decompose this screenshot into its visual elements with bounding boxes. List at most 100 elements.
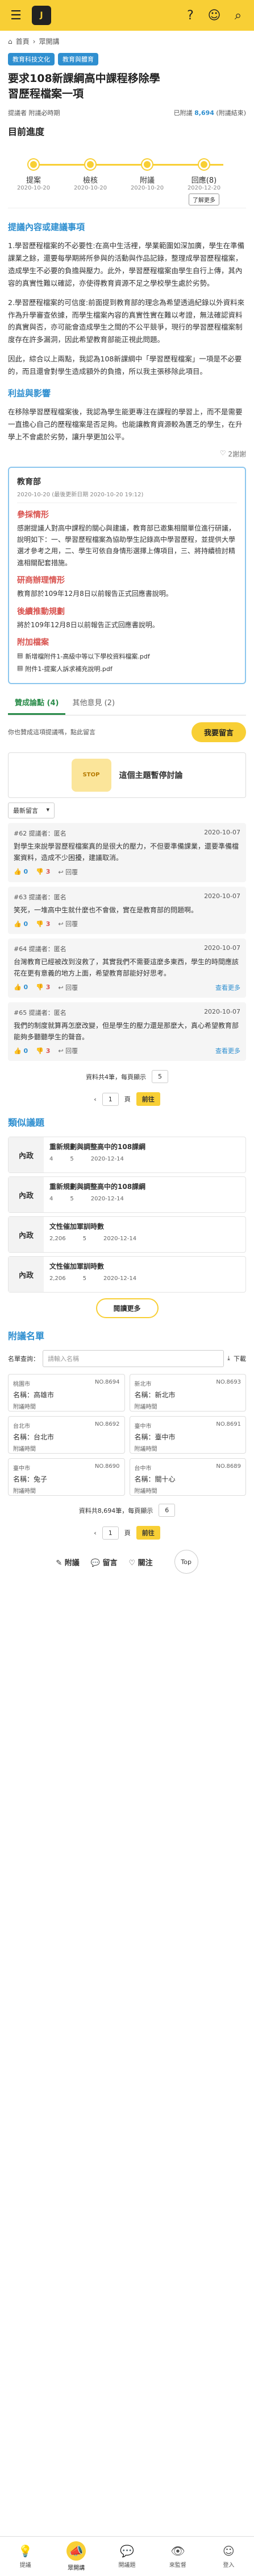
tag-item[interactable]: 教育科技文化 xyxy=(8,53,55,65)
similar-issue-card[interactable]: 內政 重新規劃與調整高中的108課綱 4 5 2020-12-14 xyxy=(8,1137,246,1174)
issue-count-b: 5 xyxy=(70,1196,74,1203)
go-button[interactable]: 前往 xyxy=(136,1092,160,1106)
signer-info: 附議時間 xyxy=(13,1446,36,1453)
page-input[interactable]: 1 xyxy=(102,1092,119,1106)
back-to-top-button[interactable]: Top xyxy=(174,1550,198,1574)
search-icon[interactable]: ⌕ xyxy=(230,7,246,23)
thumbs-down-button[interactable]: 👎 3 xyxy=(36,868,50,875)
issue-category: 內政 xyxy=(9,1177,44,1213)
issue-name: 重新規劃與調整高中的108課綱 xyxy=(49,1143,146,1151)
breadcrumb-home[interactable]: 首頁 xyxy=(16,36,30,46)
help-icon[interactable]: ? xyxy=(182,7,198,23)
response-subheading: 後續推動規劃 xyxy=(17,607,65,616)
download-label[interactable]: 下載 xyxy=(234,1354,246,1363)
body-paragraph: 1.學習歷程檔案的不必要性:在高中生活裡，學業範圍如深加廣，學生在準備課業之餘，… xyxy=(8,241,245,287)
leave-comment-button[interactable]: 我要留言 xyxy=(191,722,246,742)
thumbs-down-button[interactable]: 👎 3 xyxy=(36,1047,50,1055)
attachment-name: 附件1-提案人訴求補充說明.pdf xyxy=(25,665,113,673)
sort-select[interactable]: 最新留言 ▾ xyxy=(8,802,55,818)
signer-info: 附議時間 xyxy=(13,1404,36,1411)
learn-more-button[interactable]: 了解更多 xyxy=(189,194,219,206)
response-date: 2020-10-20 (最後更新日期 2020-10-20 19:12) xyxy=(17,487,237,503)
tabbar-item-discuss[interactable]: 📣 眾開講 xyxy=(51,2537,101,2576)
tabbar-label: 眾開講 xyxy=(68,2565,85,2571)
tab-other[interactable]: 其他意見 (2) xyxy=(65,691,122,715)
issue-name: 文性催加軍訓時數 xyxy=(49,1262,105,1271)
prev-page-button[interactable]: ‹ xyxy=(94,1529,96,1537)
attachment-link[interactable]: ▤ 附件1-提案人訴求補充說明.pdf xyxy=(17,662,237,675)
proposer: 提議者 附議必時期 xyxy=(8,109,60,117)
reply-button[interactable]: ↩ 回覆 xyxy=(58,983,78,992)
read-more-button[interactable]: 閱讀更多 xyxy=(95,1298,159,1319)
thumbs-up-button[interactable]: 👍 0 xyxy=(14,984,28,991)
attachment-name: 新增檔附件1-高級中等以下學校資料檔案.pdf xyxy=(25,652,150,660)
signer-name: 名稱：臺中市 xyxy=(134,1433,176,1442)
go-button[interactable]: 前往 xyxy=(136,1526,160,1540)
sign-button[interactable]: ✎ 附議 xyxy=(56,1557,79,1567)
tabbar-item-topics[interactable]: 💬 開議題 xyxy=(102,2537,152,2576)
per-page-select[interactable]: 6 xyxy=(159,1504,176,1517)
stop-text: 這個主題暫停討論 xyxy=(119,771,183,780)
similar-issue-card[interactable]: 內政 重新規劃與調整高中的108課綱 4 5 2020-12-14 xyxy=(8,1176,246,1213)
signer-no: NO.8692 xyxy=(94,1421,120,1428)
issue-count-a: 2,206 xyxy=(49,1236,66,1242)
follow-button[interactable]: ♡ 關注 xyxy=(128,1557,152,1567)
sign-count-row: 已附議 8,694 (附議結束) xyxy=(174,108,246,117)
page-input[interactable]: 1 xyxy=(102,1526,119,1540)
signer-no: NO.8694 xyxy=(94,1379,120,1386)
tag-item[interactable]: 教育與體育 xyxy=(58,53,98,65)
signer-card: 台北市 NO.8692 名稱：台北市 附議時間 xyxy=(8,1416,125,1454)
breadcrumb-current[interactable]: 眾開講 xyxy=(39,36,59,46)
step-date: 2020-10-20 xyxy=(73,185,107,192)
attachment-link[interactable]: ▤ 新增檔附件1-高級中等以下學校資料檔案.pdf xyxy=(17,650,237,662)
page-total: 頁 xyxy=(124,1096,131,1104)
progress-tracker: 提案 2020-10-20 檢核 2020-10-20 附議 2020-10-2… xyxy=(8,146,246,209)
see-more-link[interactable]: 查看更多 xyxy=(215,1046,240,1055)
hamburger-icon[interactable]: ☰ xyxy=(8,7,24,23)
user-icon[interactable]: ☺ xyxy=(206,7,222,23)
signer-name: 名稱：關十心 xyxy=(134,1475,176,1484)
thanks-count[interactable]: ♡ 2謝謝 xyxy=(0,447,254,461)
issue-category: 內政 xyxy=(9,1257,44,1293)
tabbar-item-login[interactable]: ☺ 登入 xyxy=(203,2537,254,2576)
comment-pager: 資料共4筆，每頁顯示 5 xyxy=(0,1065,254,1088)
per-page-select[interactable]: 5 xyxy=(152,1070,168,1084)
reply-button[interactable]: ↩ 回覆 xyxy=(58,919,78,928)
download-icon[interactable]: ⤓ xyxy=(227,1355,230,1363)
thumbs-down-button[interactable]: 👎 3 xyxy=(36,920,50,928)
signer-name: 名稱：新北市 xyxy=(134,1391,176,1400)
signer-search-input[interactable]: 請輸入名稱 xyxy=(43,1350,224,1368)
thumbs-up-button[interactable]: 👍 0 xyxy=(14,920,28,928)
response-subheading: 研商辦理情形 xyxy=(17,576,65,586)
comment-item: #64 提議者：匿名 2020-10-07 台灣教育已經被改到沒救了，其實我們不需… xyxy=(8,939,246,998)
pager-info: 資料共8,694筆，每頁顯示 xyxy=(78,1507,153,1515)
progress-step: 提案 2020-10-20 xyxy=(8,159,59,191)
similar-issue-card[interactable]: 內政 文性催加軍訓時數 2,206 5 2020-12-14 xyxy=(8,1216,246,1253)
comment-item: #62 提議者：匿名 2020-10-07 對學生來說學習歷程檔案真的是很大的壓力… xyxy=(8,822,246,882)
signer-pager: 資料共8,694筆，每頁顯示 6 xyxy=(0,1499,254,1521)
tab-support[interactable]: 贊成論點 (4) xyxy=(8,691,66,715)
issue-date: 2020-12-14 xyxy=(103,1236,137,1242)
similar-issue-card[interactable]: 內政 文性催加軍訓時數 2,206 5 2020-12-14 xyxy=(8,1256,246,1293)
see-more-link[interactable]: 查看更多 xyxy=(215,983,240,992)
signer-no: NO.8689 xyxy=(216,1463,241,1470)
signer-pager-goto: ‹ 1 頁 前往 xyxy=(0,1521,254,1544)
reply-button[interactable]: ↩ 回覆 xyxy=(58,867,78,877)
signer-card: 桃園市 NO.8694 名稱：高雄市 附議時間 xyxy=(8,1374,125,1412)
reply-button[interactable]: ↩ 回覆 xyxy=(58,1046,78,1055)
thumbs-down-button[interactable]: 👎 3 xyxy=(36,984,50,991)
comment-button[interactable]: 💬 留言 xyxy=(91,1557,118,1567)
department-name: 教育部 xyxy=(17,477,41,487)
tabbar-item-monitor[interactable]: 👁 來監督 xyxy=(152,2537,203,2576)
thumbs-up-button[interactable]: 👍 0 xyxy=(14,868,28,875)
step-label: 回應(8) xyxy=(191,176,217,186)
logo[interactable]: J xyxy=(32,6,51,25)
chat-icon: 💬 xyxy=(120,2544,134,2558)
page-total: 頁 xyxy=(124,1529,131,1537)
signer-info: 附議時間 xyxy=(134,1488,157,1495)
home-icon: ⌂ xyxy=(8,37,13,46)
prev-page-button[interactable]: ‹ xyxy=(94,1096,96,1103)
tabbar-item-propose[interactable]: 💡 提議 xyxy=(0,2537,51,2576)
signer-no: NO.8690 xyxy=(94,1463,120,1470)
thumbs-up-button[interactable]: 👍 0 xyxy=(14,1047,28,1055)
